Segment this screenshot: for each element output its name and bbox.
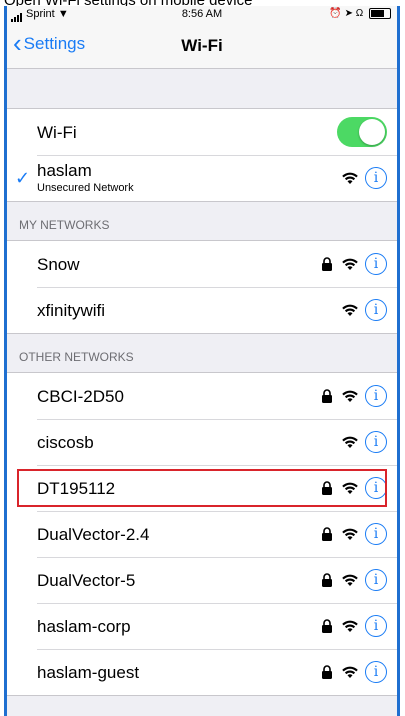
location-icon: ➤	[344, 8, 353, 19]
network-row[interactable]: DualVector-5 i	[7, 557, 397, 603]
top-spacer	[7, 69, 397, 108]
info-icon[interactable]: i	[365, 431, 387, 453]
connected-network-row[interactable]: ✓ haslam Unsecured Network i	[7, 155, 397, 201]
info-icon[interactable]: i	[365, 569, 387, 591]
wifi-signal-icon	[342, 666, 358, 678]
checkmark-icon: ✓	[15, 168, 31, 188]
wifi-signal-icon	[342, 258, 358, 270]
my-networks-header: MY NETWORKS	[19, 218, 110, 232]
info-icon[interactable]: i	[365, 477, 387, 499]
network-row[interactable]: haslam-corp i	[7, 603, 397, 649]
page-title: Wi-Fi	[181, 36, 223, 55]
network-icons: i	[341, 431, 387, 453]
network-icons: i	[321, 523, 387, 545]
info-icon[interactable]: i	[365, 523, 387, 545]
network-name: DT195112	[37, 479, 116, 498]
network-icons: i	[341, 299, 387, 321]
wifi-toggle-label: Wi-Fi	[37, 123, 77, 142]
wifi-signal-icon	[342, 528, 358, 540]
other-networks-header: OTHER NETWORKS	[19, 350, 134, 364]
network-row[interactable]: xfinitywifi i	[7, 287, 397, 333]
lock-icon	[322, 527, 332, 541]
lock-icon	[322, 481, 332, 495]
battery-icon	[369, 7, 391, 19]
lock-icon	[322, 257, 332, 271]
network-icons: i	[321, 385, 387, 407]
network-icons: i	[321, 661, 387, 683]
headphones-icon: Ω	[355, 8, 364, 19]
lock-icon	[322, 665, 332, 679]
wifi-signal-icon	[342, 172, 358, 184]
wifi-signal-icon	[342, 304, 358, 316]
wifi-signal-icon	[342, 574, 358, 586]
network-icons: i	[321, 615, 387, 637]
wifi-signal-icon	[342, 482, 358, 494]
info-icon[interactable]: i	[365, 615, 387, 637]
network-icons: i	[341, 167, 387, 189]
network-icons: i	[321, 569, 387, 591]
network-name: Snow	[37, 255, 80, 274]
wifi-signal-icon	[342, 436, 358, 448]
network-row[interactable]: Snow i	[7, 241, 397, 287]
wifi-signal-icon	[342, 620, 358, 632]
status-right: ⏰ ➤ Ω	[329, 6, 391, 22]
lock-icon	[322, 573, 332, 587]
wifi-toggle-switch[interactable]	[337, 117, 387, 147]
my-networks-list: Snow i xfinitywifi i	[7, 240, 397, 334]
connected-network-name: haslam	[37, 161, 92, 180]
toggle-knob	[359, 119, 385, 145]
wifi-toggle-row: Wi-Fi	[7, 109, 397, 155]
wifi-group: Wi-Fi ✓ haslam Unsecured Network i	[7, 108, 397, 202]
lock-icon	[322, 619, 332, 633]
info-icon[interactable]: i	[365, 253, 387, 275]
navigation-bar: ‹ Settings Wi-Fi	[7, 22, 397, 69]
connected-network-subtitle: Unsecured Network	[37, 182, 134, 194]
info-icon[interactable]: i	[365, 167, 387, 189]
phone-screen: Sprint ▼ 8:56 AM ⏰ ➤ Ω ‹ Settings Wi-Fi W…	[4, 6, 400, 716]
network-name: haslam-corp	[37, 617, 131, 636]
network-name: DualVector-2.4	[37, 525, 150, 544]
other-networks-list: CBCI-2D50 i ciscosb i DT195112 i DualVector-2.…	[7, 372, 397, 696]
alarm-icon: ⏰	[329, 8, 342, 19]
network-name: ciscosb	[37, 433, 94, 452]
network-name: haslam-guest	[37, 663, 140, 682]
lock-icon	[322, 389, 332, 403]
network-row[interactable]: DT195112 i	[7, 465, 397, 511]
network-icons: i	[321, 477, 387, 499]
network-name: CBCI-2D50	[37, 387, 124, 406]
info-icon[interactable]: i	[365, 385, 387, 407]
network-row[interactable]: DualVector-2.4 i	[7, 511, 397, 557]
info-icon[interactable]: i	[365, 299, 387, 321]
network-row[interactable]: haslam-guest i	[7, 649, 397, 695]
network-name: xfinitywifi	[37, 301, 106, 320]
network-name: DualVector-5	[37, 571, 136, 590]
network-row[interactable]: CBCI-2D50 i	[7, 373, 397, 419]
network-row[interactable]: ciscosb i	[7, 419, 397, 465]
status-bar: Sprint ▼ 8:56 AM ⏰ ➤ Ω	[7, 6, 397, 22]
network-icons: i	[321, 253, 387, 275]
info-icon[interactable]: i	[365, 661, 387, 683]
wifi-signal-icon	[342, 390, 358, 402]
